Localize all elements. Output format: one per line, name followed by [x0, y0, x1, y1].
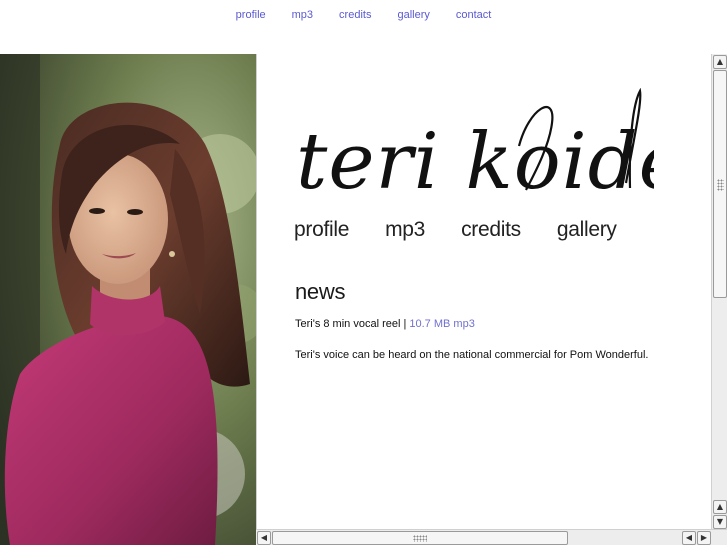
vertical-scroll-thumb[interactable] [713, 70, 727, 298]
scroll-right-icon[interactable]: ▶ [697, 531, 711, 545]
scroll-left-icon-right[interactable]: ◀ [682, 531, 696, 545]
news-item-commercial: Teri's voice can be heard on the nationa… [295, 349, 649, 361]
main-nav-mp3[interactable]: mp3 [385, 218, 425, 242]
top-nav-contact[interactable]: contact [443, 9, 504, 21]
news-item-reel: Teri's 8 min vocal reel | 10.7 MB mp3 [295, 318, 475, 330]
mp3-download-link[interactable]: 10.7 MB mp3 [409, 318, 474, 330]
horizontal-scrollbar[interactable]: ◀ ◀ ▶ [256, 529, 727, 545]
scroll-down-icon[interactable]: ▼ [713, 515, 727, 529]
top-nav-mp3[interactable]: mp3 [279, 9, 326, 21]
top-nav-credits[interactable]: credits [326, 9, 384, 21]
portrait-illustration [0, 54, 256, 545]
logo-text: teri koide [296, 117, 654, 203]
news-item-reel-text: Teri's 8 min vocal reel | [295, 318, 410, 330]
top-nav: profile mp3 credits gallery contact [0, 0, 727, 30]
grip-icon [717, 179, 724, 191]
top-nav-gallery[interactable]: gallery [384, 9, 442, 21]
main-nav-gallery[interactable]: gallery [557, 218, 617, 242]
scroll-left-icon[interactable]: ◀ [257, 531, 271, 545]
main-nav-profile[interactable]: profile [294, 218, 349, 242]
teri-koide-logo: teri koide [296, 88, 654, 203]
grip-icon [413, 535, 427, 542]
scroll-up-icon-bottom[interactable]: ▲ [713, 500, 727, 514]
main-nav-credits[interactable]: credits [461, 218, 521, 242]
main-nav: profile mp3 credits gallery [294, 218, 617, 242]
top-nav-profile[interactable]: profile [223, 9, 279, 21]
vertical-scrollbar[interactable]: ▲ ▲ ▼ [711, 54, 727, 530]
scroll-up-icon[interactable]: ▲ [713, 55, 727, 69]
horizontal-scroll-thumb[interactable] [272, 531, 568, 545]
portrait-photo [0, 54, 256, 545]
news-heading: news [295, 279, 346, 304]
